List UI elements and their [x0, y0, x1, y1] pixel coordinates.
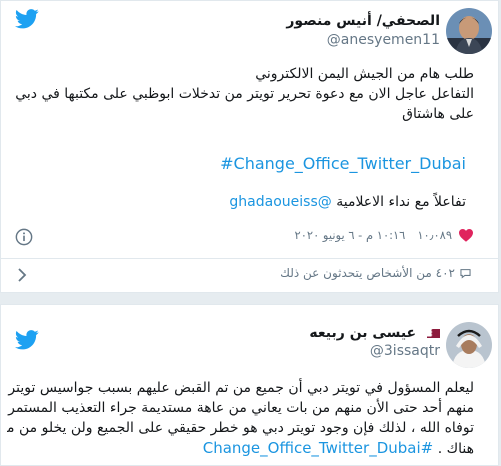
heart-icon[interactable]: [458, 228, 474, 242]
conversation-text: ٤٠٢ من الأشخاص يتحدثون عن ذلك: [280, 266, 455, 280]
avatar[interactable]: [446, 8, 492, 54]
tweet-line: التفاعل عاجل الان مع دعوة تحرير تويتر من…: [15, 86, 474, 102]
tweet-text: ليعلم المسؤول في تويتر دبي أن جميع من تم…: [7, 378, 474, 459]
chevron-right-icon[interactable]: [15, 267, 29, 283]
tweet-line: منهم أحد حتى الأن منهم من بات يعاني من ع…: [7, 400, 474, 416]
comment-icon: [460, 268, 471, 278]
info-icon[interactable]: [15, 228, 33, 246]
conversation-link[interactable]: ٤٠٢ من الأشخاص يتحدثون عن ذلك: [280, 266, 472, 280]
tweet-line: على هاشتاق: [402, 106, 474, 122]
tweet-line-prefix: هناك .: [437, 441, 474, 457]
mention-prefix: تفاعلاً مع نداء الاعلامية: [336, 194, 466, 210]
tweet-text: طلب هام من الجيش اليمن الالكتروني التفاع…: [7, 64, 474, 124]
author-handle[interactable]: @anesyemen11: [327, 32, 440, 48]
twitter-bird-icon[interactable]: [15, 9, 39, 29]
like-count[interactable]: ١٠٫٠٨٩: [417, 228, 452, 242]
tweet-line: ليعلم المسؤول في تويتر دبي أن جميع من تم…: [7, 380, 474, 396]
author-name[interactable]: عيسى بن ربيعه: [309, 325, 440, 341]
twitter-bird-icon[interactable]: [15, 330, 39, 350]
mention-link[interactable]: @ghadaoueiss: [229, 194, 331, 210]
tweet-line: توفاه الله ، لذلك فإن وجود تويتر دبي هو …: [7, 420, 474, 436]
qatar-flag-icon: [427, 328, 440, 338]
author-name-text: عيسى بن ربيعه: [309, 325, 417, 341]
mention-line: تفاعلاً مع نداء الاعلامية @ghadaoueiss: [229, 194, 466, 210]
avatar-photo: [446, 322, 492, 368]
tweet-card: الصحفي/ أنيس منصور @anesyemen11 طلب هام …: [0, 0, 499, 293]
hashtag-link[interactable]: #Change_Office_Twitter_Dubai: [203, 439, 434, 457]
tweet-actions: ١٠٫٠٨٩ ١٠:١٦ م - ٦ يونيو ٢٠٢٠: [295, 228, 474, 242]
divider: [1, 258, 498, 259]
author-handle[interactable]: @3issaqtr: [370, 343, 440, 359]
tweet-line: طلب هام من الجيش اليمن الالكتروني: [255, 66, 474, 82]
avatar[interactable]: [446, 322, 492, 368]
author-name[interactable]: الصحفي/ أنيس منصور: [286, 13, 440, 29]
hashtag-link[interactable]: #Change_Office_Twitter_Dubai: [220, 154, 466, 173]
tweet-card: عيسى بن ربيعه @3issaqtr ليعلم المسؤول في…: [0, 304, 499, 466]
avatar-photo: [446, 8, 492, 54]
tweet-timestamp[interactable]: ١٠:١٦ م - ٦ يونيو ٢٠٢٠: [295, 228, 406, 242]
tweet-line: هناك . #Change_Office_Twitter_Dubai: [7, 438, 474, 459]
